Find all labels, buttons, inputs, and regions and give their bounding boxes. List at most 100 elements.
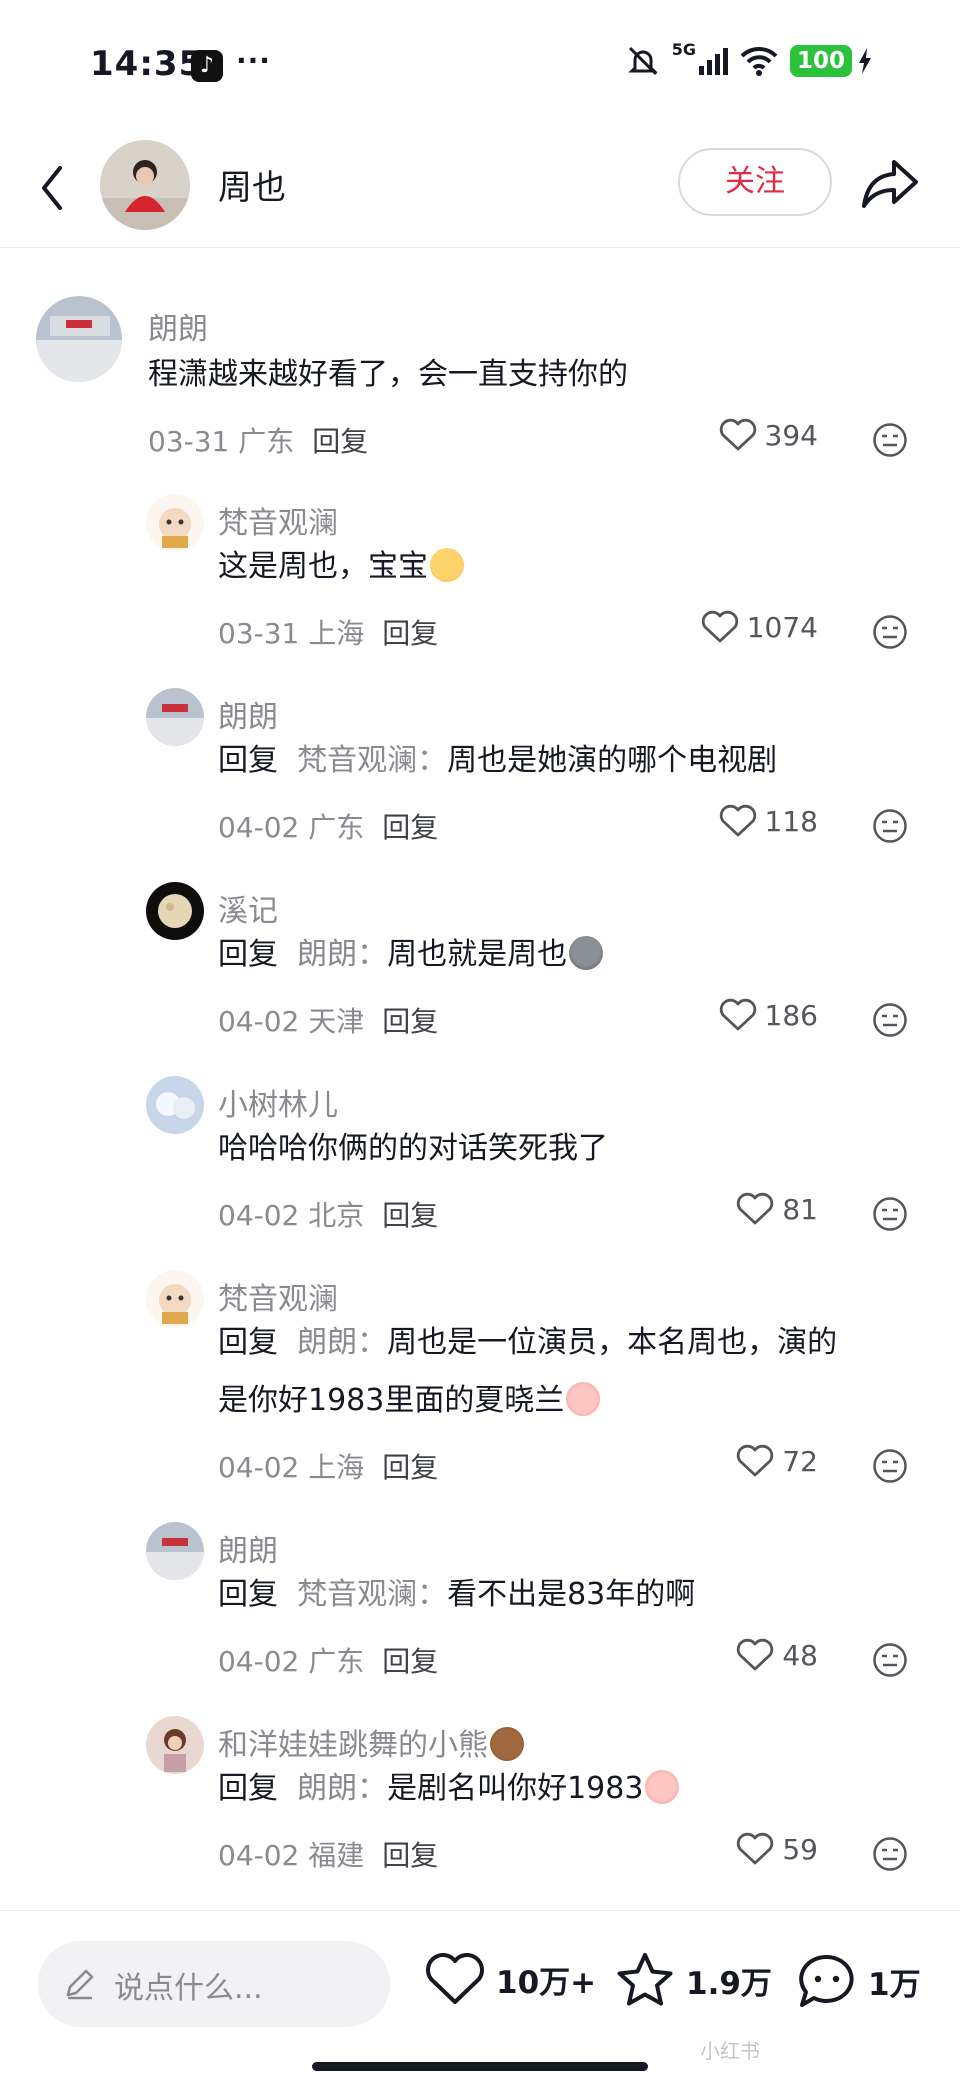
watermark: 小红书 bbox=[700, 2039, 760, 2063]
heart-outline-icon bbox=[737, 1638, 774, 1671]
dislike-face-icon[interactable] bbox=[872, 1642, 908, 1678]
heart-outline-icon bbox=[426, 1953, 484, 2004]
comment-text: 回复 朗朗：周也就是周也 bbox=[218, 932, 604, 978]
commenter-name[interactable]: 朗朗 bbox=[148, 304, 208, 348]
post-favorite-count: 1.9万 bbox=[686, 1965, 772, 2002]
comment-date-location: 03-31 广东 bbox=[148, 425, 295, 458]
like-button[interactable]: 59 bbox=[736, 1832, 818, 1866]
commenter-name[interactable]: 溪记 bbox=[218, 886, 278, 930]
charging-icon bbox=[859, 48, 871, 74]
comment-meta: 04-02 天津 回复 bbox=[218, 1000, 438, 1040]
reply-button[interactable]: 回复 bbox=[382, 1451, 438, 1484]
commenter-avatar[interactable] bbox=[146, 1076, 204, 1134]
signal-icon bbox=[698, 48, 728, 75]
like-button[interactable]: 186 bbox=[719, 998, 818, 1032]
comment-date-location: 04-02 广东 bbox=[218, 1645, 365, 1678]
comment-text: 回复 朗朗：是剧名叫你好1983 bbox=[218, 1766, 680, 1812]
network-type: 5G bbox=[671, 39, 696, 59]
commenter-avatar[interactable] bbox=[36, 296, 122, 382]
comment-date-location: 04-02 上海 bbox=[218, 1451, 365, 1484]
dislike-face-icon[interactable] bbox=[872, 1002, 908, 1038]
like-count: 48 bbox=[782, 1638, 818, 1672]
author-name[interactable]: 周也 bbox=[218, 160, 286, 209]
commenter-name[interactable]: 小树林儿 bbox=[218, 1080, 338, 1124]
like-post-button[interactable]: 10万+ bbox=[424, 1951, 596, 2007]
comment-meta: 04-02 福建 回复 bbox=[218, 1834, 438, 1874]
follow-button[interactable]: 关注 bbox=[678, 148, 832, 216]
bear-emoji-icon bbox=[490, 1727, 524, 1761]
heart-outline-icon bbox=[737, 1192, 774, 1225]
like-button[interactable]: 394 bbox=[719, 418, 818, 452]
comment-date-location: 04-02 广东 bbox=[218, 811, 365, 844]
author-avatar[interactable] bbox=[100, 140, 190, 230]
reply-button[interactable]: 回复 bbox=[382, 1645, 438, 1678]
comment-date-location: 04-02 福建 bbox=[218, 1839, 365, 1872]
share-icon[interactable] bbox=[860, 156, 920, 212]
reply-button[interactable]: 回复 bbox=[312, 425, 368, 458]
comment-text-line2: 是你好1983里面的夏晓兰 bbox=[218, 1378, 601, 1424]
commenter-name[interactable]: 和洋娃娃跳舞的小熊 bbox=[218, 1720, 524, 1764]
back-arrow-icon[interactable] bbox=[32, 158, 72, 218]
reply-button[interactable]: 回复 bbox=[382, 1005, 438, 1038]
commenter-avatar[interactable] bbox=[146, 882, 204, 940]
commenter-name[interactable]: 梵音观澜 bbox=[218, 1274, 338, 1318]
commenter-avatar[interactable] bbox=[146, 1270, 204, 1328]
heart-outline-icon bbox=[719, 998, 756, 1031]
favorite-button[interactable]: 1.9万 bbox=[614, 1951, 772, 2009]
dislike-face-icon[interactable] bbox=[872, 1196, 908, 1232]
comment-date-location: 04-02 北京 bbox=[218, 1199, 365, 1232]
dislike-face-icon[interactable] bbox=[872, 1448, 908, 1484]
like-button[interactable]: 1074 bbox=[701, 610, 818, 644]
like-button[interactable]: 118 bbox=[719, 804, 818, 838]
like-count: 72 bbox=[782, 1444, 818, 1478]
comment-text: 回复 朗朗：周也是一位演员，本名周也，演的 bbox=[218, 1325, 838, 1360]
home-indicator[interactable] bbox=[312, 2062, 648, 2071]
comment-input[interactable]: 说点什么... bbox=[38, 1941, 390, 2027]
status-icons: 5G 100 bbox=[626, 40, 872, 78]
commenter-name[interactable]: 朗朗 bbox=[218, 1526, 278, 1570]
commenter-name[interactable]: 梵音观澜 bbox=[218, 498, 338, 542]
dislike-face-icon[interactable] bbox=[872, 614, 908, 650]
comment-meta: 03-31 上海 回复 bbox=[218, 612, 438, 652]
status-bar: 14:35 ♪ ··· 5G 100 bbox=[0, 0, 960, 130]
comment-meta: 04-02 广东 回复 bbox=[218, 806, 438, 846]
heart-outline-icon bbox=[719, 804, 756, 837]
like-count: 118 bbox=[764, 804, 818, 838]
like-count: 81 bbox=[782, 1192, 818, 1226]
comment-meta: 04-02 上海 回复 bbox=[218, 1446, 438, 1486]
heart-outline-icon bbox=[701, 610, 738, 643]
commenter-avatar[interactable] bbox=[146, 494, 204, 552]
like-button[interactable]: 48 bbox=[736, 1638, 818, 1672]
wifi-icon bbox=[740, 46, 778, 76]
reply-target[interactable]: 梵音观澜： bbox=[297, 1577, 447, 1612]
reply-target[interactable]: 朗朗： bbox=[297, 1771, 387, 1806]
dislike-face-icon[interactable] bbox=[872, 1836, 908, 1872]
mute-bell-icon bbox=[628, 46, 658, 76]
battery-indicator: 100 bbox=[789, 45, 852, 77]
comment-meta: 03-31 广东 回复 bbox=[148, 420, 368, 460]
reply-target[interactable]: 朗朗： bbox=[297, 937, 387, 972]
like-button[interactable]: 81 bbox=[736, 1192, 818, 1226]
comment-bubble-icon bbox=[799, 1954, 854, 2007]
comment-date-location: 03-31 上海 bbox=[218, 617, 365, 650]
commenter-avatar[interactable] bbox=[146, 1522, 204, 1580]
reply-target[interactable]: 朗朗： bbox=[297, 1325, 387, 1360]
header: 周也 关注 bbox=[0, 130, 960, 248]
reply-button[interactable]: 回复 bbox=[382, 617, 438, 650]
reply-button[interactable]: 回复 bbox=[382, 811, 438, 844]
bottom-action-bar: 说点什么... 10万+ 1.9万 1万 小红书 bbox=[0, 1910, 960, 2086]
dislike-face-icon[interactable] bbox=[872, 422, 908, 458]
reply-button[interactable]: 回复 bbox=[382, 1199, 438, 1232]
like-count: 1074 bbox=[746, 610, 818, 644]
commenter-avatar[interactable] bbox=[146, 1716, 204, 1774]
heart-outline-icon bbox=[719, 418, 756, 451]
comments-button[interactable]: 1万 bbox=[796, 1951, 921, 2011]
heart-outline-icon bbox=[737, 1832, 774, 1865]
peach-emoji-icon bbox=[566, 1382, 601, 1416]
commenter-name[interactable]: 朗朗 bbox=[218, 692, 278, 736]
reply-button[interactable]: 回复 bbox=[382, 1839, 438, 1872]
like-button[interactable]: 72 bbox=[736, 1444, 818, 1478]
commenter-avatar[interactable] bbox=[146, 688, 204, 746]
dislike-face-icon[interactable] bbox=[872, 808, 908, 844]
reply-target[interactable]: 梵音观澜： bbox=[297, 743, 447, 778]
